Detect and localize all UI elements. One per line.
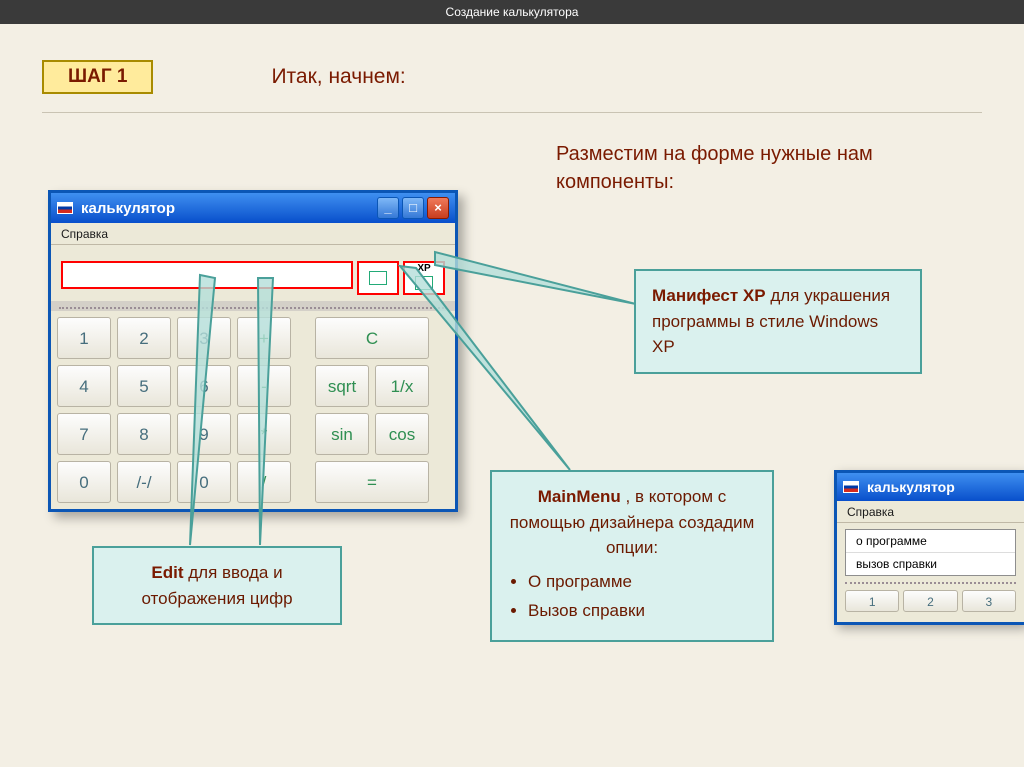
menubar-2[interactable]: Справка — [837, 501, 1024, 523]
key-dec[interactable]: 0 — [177, 461, 231, 503]
step-badge: ШАГ 1 — [42, 60, 153, 94]
window-title: калькулятор — [81, 200, 175, 217]
minimize-button[interactable]: _ — [377, 197, 399, 219]
key-clear[interactable]: C — [315, 317, 429, 359]
menu-help[interactable]: Справка — [61, 227, 108, 241]
key-4[interactable]: 4 — [57, 365, 111, 407]
key-0[interactable]: 0 — [57, 461, 111, 503]
key-8[interactable]: 8 — [117, 413, 171, 455]
key-plus[interactable]: + — [237, 317, 291, 359]
calculator-window-menu-open: калькулятор Справка о программе вызов сп… — [834, 470, 1024, 625]
key-minus[interactable]: - — [237, 365, 291, 407]
page-title-bar: Создание калькулятора — [0, 0, 1024, 24]
callout-xp: Манифест ХР для украшения программы в ст… — [634, 269, 922, 374]
maximize-button[interactable]: □ — [402, 197, 424, 219]
app-flag-icon — [57, 202, 73, 214]
k1[interactable]: 1 — [845, 590, 899, 612]
key-sin[interactable]: sin — [315, 413, 369, 455]
mm-item-about: О программе — [528, 569, 756, 595]
key-1[interactable]: 1 — [57, 317, 111, 359]
tool-area — [51, 245, 455, 301]
close-button[interactable]: × — [427, 197, 449, 219]
menu-item-about[interactable]: о программе — [846, 530, 1015, 553]
callout-mainmenu: MainMenu , в котором с помощью дизайнера… — [490, 470, 774, 642]
separator-2 — [845, 582, 1016, 584]
key-5[interactable]: 5 — [117, 365, 171, 407]
page-title: Создание калькулятора — [446, 5, 579, 19]
callout-mm-strong: MainMenu — [538, 487, 621, 506]
step-intro: Итак, начнем: — [271, 65, 405, 89]
mm-item-help: Вызов справки — [528, 598, 756, 624]
key-cos[interactable]: cos — [375, 413, 429, 455]
key-7[interactable]: 7 — [57, 413, 111, 455]
key-mul[interactable]: * — [237, 413, 291, 455]
window-title-2: калькулятор — [867, 479, 955, 495]
k2[interactable]: 2 — [903, 590, 957, 612]
xp-manifest-component-icon[interactable] — [403, 261, 445, 295]
calculator-window: калькулятор _ □ × Справка 1 2 3 + C 4 5 … — [48, 190, 458, 512]
keypad: 1 2 3 + C 4 5 6 - sqrt 1/x 7 8 9 * sin c… — [51, 311, 455, 509]
titlebar-2[interactable]: калькулятор — [837, 473, 1024, 501]
key-sign[interactable]: /-/ — [117, 461, 171, 503]
callout-edit: Edit для ввода и отображения цифр — [92, 546, 342, 625]
callout-edit-strong: Edit — [151, 563, 183, 582]
key-equals[interactable]: = — [315, 461, 429, 503]
key-div[interactable]: / — [237, 461, 291, 503]
edit-input-highlight[interactable] — [61, 261, 353, 289]
key-2[interactable]: 2 — [117, 317, 171, 359]
step-header: ШАГ 1 Итак, начнем: — [42, 60, 1024, 94]
menu-item-help[interactable]: вызов справки — [846, 553, 1015, 575]
app-flag-icon-2 — [843, 481, 859, 493]
titlebar[interactable]: калькулятор _ □ × — [51, 193, 455, 223]
key-9[interactable]: 9 — [177, 413, 231, 455]
separator — [59, 307, 447, 309]
menu-help-2[interactable]: Справка — [847, 505, 894, 519]
key-3[interactable]: 3 — [177, 317, 231, 359]
body-description: Разместим на форме нужные нам компоненты… — [556, 140, 936, 196]
key-inv[interactable]: 1/x — [375, 365, 429, 407]
mainmenu-component-icon[interactable] — [357, 261, 399, 295]
menubar[interactable]: Справка — [51, 223, 455, 245]
callout-mm-list: О программе Вызов справки — [508, 569, 756, 624]
key-6[interactable]: 6 — [177, 365, 231, 407]
k3[interactable]: 3 — [962, 590, 1016, 612]
callout-xp-strong: Манифест ХР — [652, 286, 766, 305]
key-sqrt[interactable]: sqrt — [315, 365, 369, 407]
keys-2: 1 2 3 — [837, 586, 1024, 622]
dropdown-menu: о программе вызов справки — [845, 529, 1016, 576]
divider — [42, 112, 982, 113]
